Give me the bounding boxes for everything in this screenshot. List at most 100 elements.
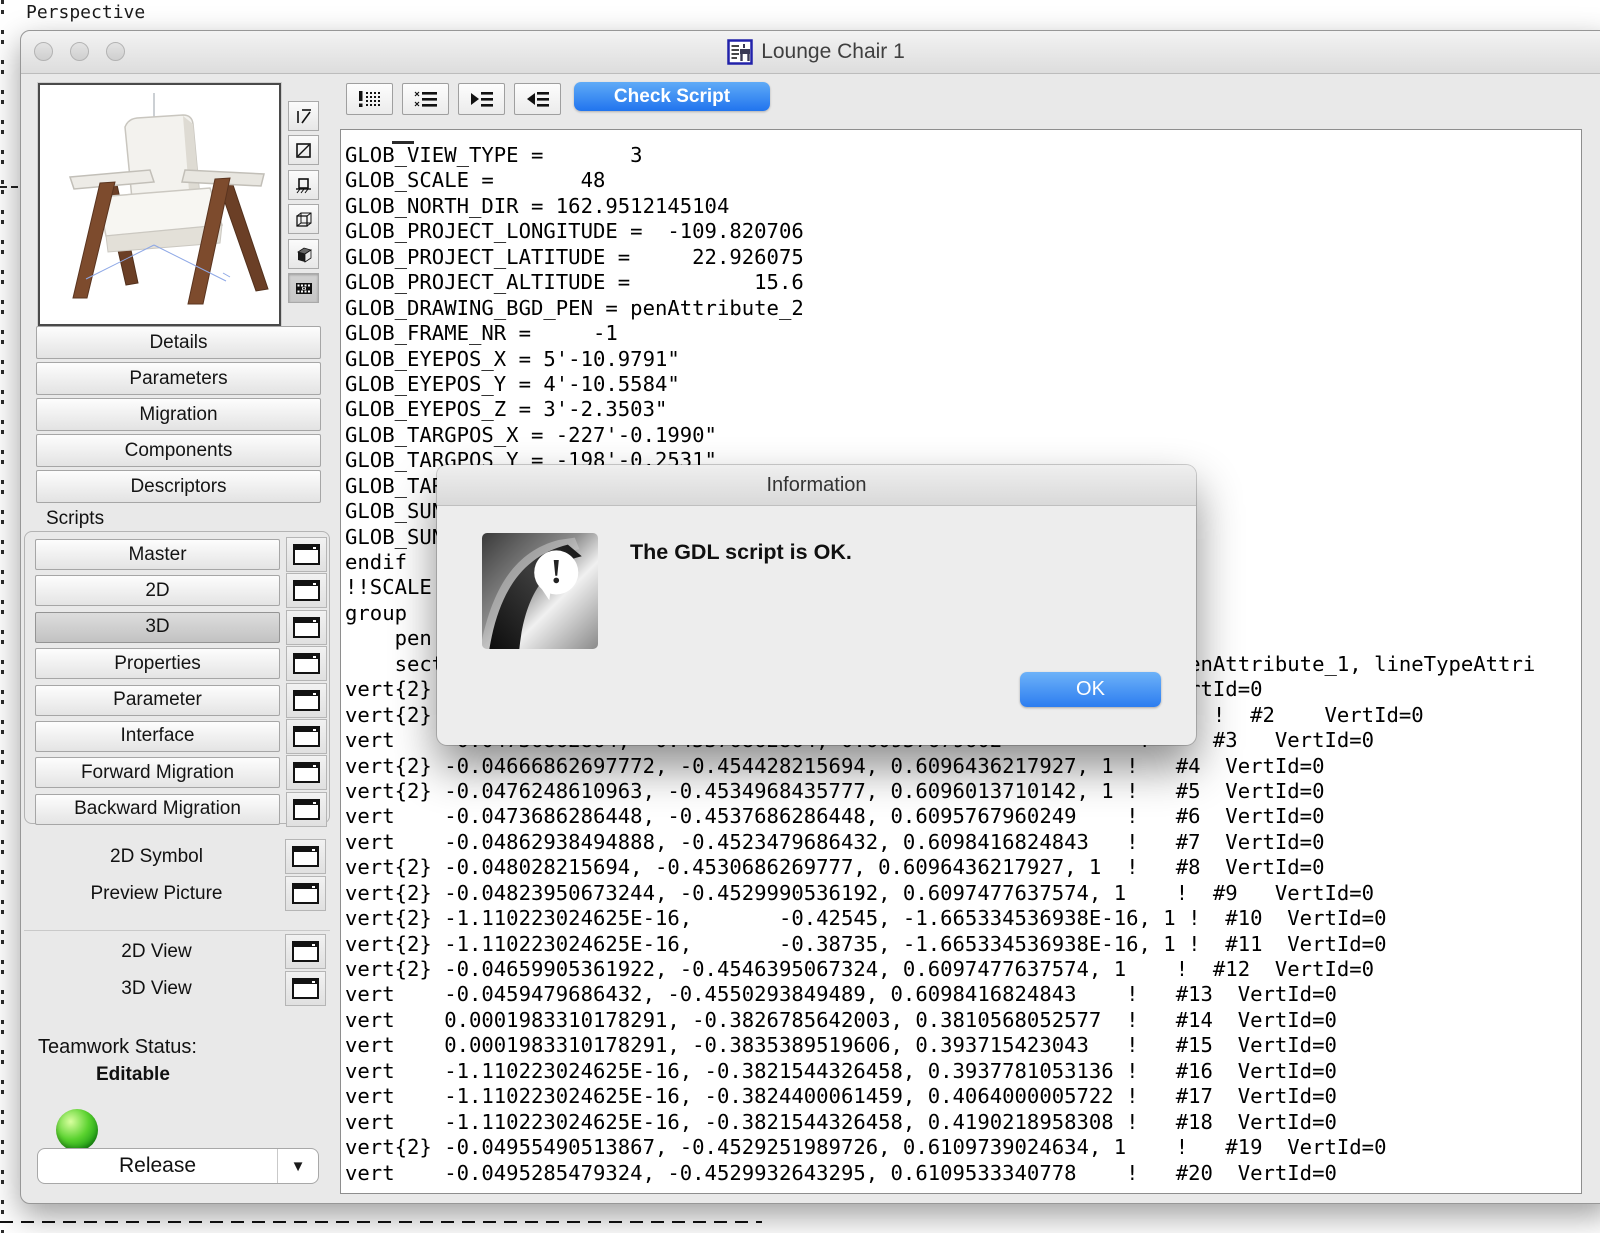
script-line: vert -0.0473686286448, -0.4537686286448,… — [345, 804, 1325, 829]
script-line: GLOB_EYEPOS_Z = 3'-2.3503" — [345, 397, 668, 422]
script-tab-button[interactable]: Interface — [35, 720, 280, 752]
script-line: vert{2} -1.110223024625E-16, -0.42545, -… — [345, 906, 1387, 931]
script-line: GLOB_PROJECT_LONGITUDE = -109.820706 — [345, 219, 804, 244]
script-line: GLOB_PROJECT_ALTITUDE = 15.6 — [345, 270, 804, 295]
scripts-section-label: Scripts — [46, 508, 105, 529]
view-label: 2D View — [121, 941, 192, 962]
window-icon — [293, 580, 320, 602]
script-line: GLOB_VIEW_TYPE = 3 — [345, 143, 643, 167]
script-tab-button[interactable]: Master — [35, 539, 280, 570]
window-icon — [293, 762, 320, 784]
open-script-window-button[interactable] — [286, 573, 327, 609]
script-line: GLOB_EYEPOS_Y = 4'-10.5584" — [345, 371, 680, 396]
script-line: vert{2} -0.04823950673244, -0.4529990536… — [345, 880, 1375, 905]
check-script-button[interactable]: Check Script — [574, 82, 770, 111]
open-script-window-button[interactable] — [286, 537, 327, 572]
script-row: 3D — [35, 609, 327, 646]
script-line: vert{2} -0.04955490513867, -0.4529251989… — [345, 1135, 1387, 1160]
script-line: vert 0.0001983310178291, -0.383538951960… — [345, 1033, 1337, 1058]
pane-row: 2D Symbol — [34, 839, 334, 876]
chevron-down-icon: ▼ — [277, 1149, 318, 1183]
script-tab-button[interactable]: Properties — [35, 648, 280, 680]
open-pane-window-button[interactable] — [285, 875, 326, 911]
slashed-square-icon[interactable] — [288, 135, 319, 165]
background-window-title: Perspective — [26, 2, 146, 23]
view-row: 3D View — [34, 970, 334, 1008]
scripts-group-box: Master 2D 3D Properties Parameter Interf… — [24, 531, 330, 827]
wireframe-cube-icon[interactable] — [288, 204, 319, 234]
pane-label: 2D Symbol — [110, 846, 203, 867]
open-script-window-button[interactable] — [286, 682, 327, 718]
sidebar-tab-button[interactable]: Migration — [36, 398, 321, 431]
window-icon — [292, 882, 319, 904]
teamwork-status-indicator — [56, 1109, 98, 1151]
script-tab-button[interactable]: 2D — [35, 575, 280, 607]
script-tab-button[interactable]: Forward Migration — [35, 757, 280, 789]
script-tab-button[interactable]: 3D — [35, 611, 280, 643]
open-view-window-button[interactable] — [285, 934, 326, 969]
script-button-list: Master 2D 3D Properties Parameter Interf… — [35, 537, 327, 828]
script-line: vert -1.110223024625E-16, -0.38215443264… — [345, 1058, 1337, 1083]
script-line: vert{2} -0.04666862697772, -0.4544282156… — [345, 753, 1325, 778]
solid-cube-icon[interactable] — [288, 239, 319, 269]
script-line: GLOB_EYEPOS_X = 5'-10.9791" — [345, 346, 680, 371]
minimize-button[interactable] — [70, 42, 89, 61]
window-titlebar: Lounge Chair 1 — [21, 31, 1600, 74]
open-view-window-button[interactable] — [285, 970, 326, 1006]
dialog-titlebar: Information — [437, 465, 1196, 506]
lounge-chair-preview — [68, 93, 269, 305]
script-tab-button[interactable]: Parameter — [35, 684, 280, 716]
script-row: 2D — [35, 573, 327, 609]
dialog-message: The GDL script is OK. — [630, 540, 852, 564]
view-list: 2D View 3D View — [34, 934, 334, 1007]
window-icon — [292, 977, 319, 999]
svg-text:!: ! — [550, 552, 562, 591]
close-button[interactable] — [34, 42, 53, 61]
background-dash-mark — [0, 186, 18, 188]
list-marks-icon[interactable] — [402, 83, 449, 115]
release-label: Release — [118, 1154, 197, 1177]
sidebar-tab-button[interactable]: Descriptors — [36, 470, 321, 503]
open-script-window-button[interactable] — [286, 791, 327, 827]
script-line: GLOB_SCALE = 48 — [345, 168, 606, 193]
open-script-window-button[interactable] — [286, 718, 327, 754]
elevation-icon[interactable] — [288, 170, 319, 200]
script-line: vert -0.04862938494888, -0.4523479686432… — [345, 829, 1325, 854]
sidebar-tab-button[interactable]: Components — [36, 434, 321, 467]
script-row: Backward Migration — [35, 791, 327, 828]
open-script-window-button[interactable] — [286, 609, 327, 645]
window-title: Lounge Chair 1 — [761, 40, 905, 63]
script-line: vert{2} -0.048028215694, -0.453068626977… — [345, 855, 1325, 880]
script-line: vert{2} -1.110223024625E-16, -0.38735, -… — [345, 931, 1387, 956]
ok-button[interactable]: OK — [1020, 672, 1161, 707]
zoom-button[interactable] — [106, 42, 125, 61]
check-syntax-icon[interactable] — [346, 83, 393, 115]
open-script-window-button[interactable] — [286, 755, 327, 791]
dialog-title: Information — [766, 473, 867, 496]
pane-list: 2D Symbol Preview Picture — [34, 839, 334, 912]
script-row: Properties — [35, 646, 327, 682]
view-label: 3D View — [121, 977, 192, 999]
open-pane-window-button[interactable] — [285, 839, 326, 874]
script-line: vert{2} -0.04659905361922, -0.4546395067… — [345, 957, 1375, 981]
script-row: Master — [35, 537, 327, 573]
wire-line-icon[interactable] — [288, 101, 319, 131]
sidebar-tab-button[interactable]: Parameters — [36, 362, 321, 395]
script-row: Parameter — [35, 682, 327, 719]
script-tab-button[interactable]: Backward Migration — [35, 793, 280, 825]
teamwork-status-label: Teamwork Status: — [38, 1036, 197, 1058]
script-line: vert 0.0001983310178291, -0.382678564200… — [345, 1007, 1337, 1032]
script-line: GLOB_NORTH_DIR = 162.9512145104 — [345, 193, 730, 218]
teamwork-status-value: Editable — [96, 1064, 170, 1085]
release-button[interactable]: Release ▼ — [37, 1148, 319, 1184]
filmstrip-icon[interactable] — [288, 273, 319, 303]
window-icon — [293, 798, 320, 820]
view-row: 2D View — [34, 934, 334, 971]
indent-right-icon[interactable] — [458, 83, 505, 115]
window-icon — [293, 616, 320, 638]
open-script-window-button[interactable] — [286, 646, 327, 682]
indent-left-icon[interactable] — [514, 83, 561, 115]
background-dashed-line — [0, 1221, 762, 1223]
script-row: Interface — [35, 718, 327, 755]
sidebar-tab-button[interactable]: Details — [36, 326, 321, 359]
